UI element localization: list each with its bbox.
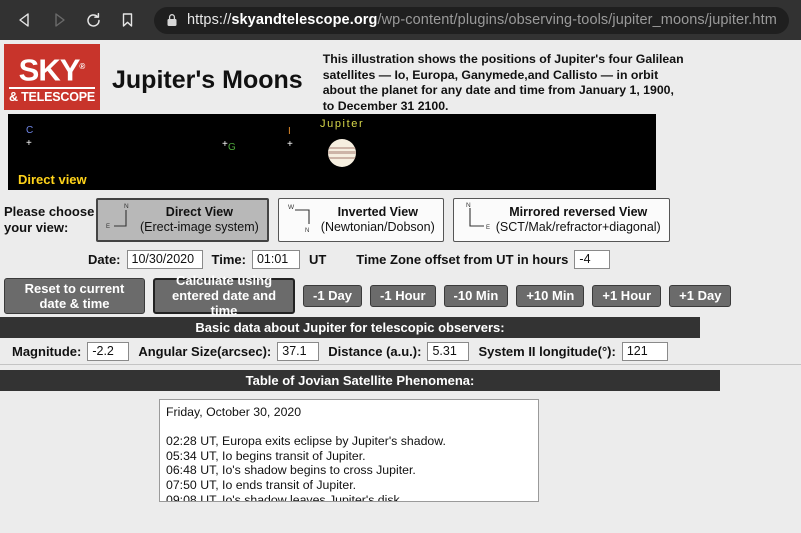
view-option-direct-view[interactable]: N E Direct View (Erect-image system) [96,198,269,242]
view-chooser-prompt: Please choose your view: [4,204,96,236]
logo-secondary-text: & TELESCOPE [9,86,95,105]
moon-label: C [26,125,34,136]
lock-icon [166,13,178,27]
view-option-title: Mirrored reversed View [509,205,648,219]
address-bar[interactable]: https://skyandtelescope.org/wp-content/p… [154,6,789,34]
view-option-labels: Inverted View (Newtonian/Dobson) [319,205,435,235]
view-buttons: N E Direct View (Erect-image system) W N Inver… [96,198,679,242]
phenomena-textarea[interactable]: Friday, October 30, 2020 02:28 UT, Europ… [159,399,539,502]
view-option-inverted-view[interactable]: W N Inverted View (Newtonian/Dobson) [277,198,444,242]
url-host: skyandtelescope.org [231,12,378,28]
reset-to-current-button[interactable]: Reset to current date & time [4,277,145,314]
time-step-button-1-day[interactable]: +1 Day [669,284,732,307]
page-content: SKY® & TELESCOPE Jupiter's Moons This il… [0,40,801,533]
reload-icon [85,12,102,29]
compass-rose-icon: WN [285,202,319,239]
jupiter-band [328,157,356,159]
calculate-button[interactable]: Calculate using entered date and time [153,273,295,318]
basic-data-label: Distance (a.u.): [328,343,422,359]
date-time-row: Date: Time: UT Time Zone offset from UT … [0,244,801,274]
basic-data-value[interactable] [277,341,320,361]
svg-text:N: N [305,228,309,234]
browser-toolbar: https://skyandtelescope.org/wp-content/p… [0,0,801,40]
view-option-subtitle: (Newtonian/Dobson) [320,220,435,234]
bookmark-button[interactable] [110,3,144,37]
registered-mark-icon: ® [79,62,86,72]
basic-data-section-title: Basic data about Jupiter for telescopic … [0,317,700,338]
svg-text:N: N [124,203,129,210]
view-option-labels: Direct View (Erect-image system) [138,205,259,235]
moon-position-cross: + [26,138,32,149]
basic-data-label: System II longitude(°): [478,343,616,359]
moon-label: I [288,126,291,137]
bookmark-icon [120,12,135,28]
basic-data-label: Angular Size(arcsec): [138,343,272,359]
svg-text:W: W [288,204,295,211]
moon-label: G [228,142,236,153]
view-prompt-line1: Please choose [4,204,95,219]
date-label: Date: [88,251,121,267]
compass-rose-icon: NE [460,202,494,239]
action-button-row: Reset to current date & time Calculate u… [0,273,801,318]
time-step-button-10-min[interactable]: -10 Min [443,284,509,307]
jupiter-moons-illustration[interactable]: Jupiter + C + G + I Direct view [8,114,656,190]
view-option-labels: Mirrored reversed View (SCT/Mak/refractor… [494,205,661,235]
phenomena-wrapper: Friday, October 30, 2020 02:28 UT, Europ… [0,391,801,502]
reload-button[interactable] [76,3,110,37]
moon-position-cross: + [287,139,293,150]
resize-handle-icon[interactable] [525,488,537,500]
svg-text:E: E [106,224,110,230]
site-header: SKY® & TELESCOPE Jupiter's Moons This il… [0,40,801,114]
time-step-button-1-day[interactable]: -1 Day [303,284,363,307]
basic-data-label: Magnitude: [12,343,82,359]
time-label: Time: [211,251,246,267]
time-step-buttons: -1 Day -1 Hour -10 Min +10 Min +1 Hour +1 Day [303,284,739,307]
forward-arrow-icon [51,12,67,28]
sky-and-telescope-logo[interactable]: SKY® & TELESCOPE [4,44,100,110]
jupiter-label: Jupiter [320,118,365,130]
view-option-subtitle: (SCT/Mak/refractor+diagonal) [495,220,661,234]
compass-rose-icon: NE [104,202,138,239]
view-option-title: Direct View [165,205,233,219]
time-step-button-1-hour[interactable]: +1 Hour [592,284,662,307]
svg-text:N: N [466,202,471,209]
jupiter-band [328,147,356,149]
url-scheme: https:// [187,12,232,28]
page-title: Jupiter's Moons [112,66,303,94]
basic-data-value[interactable] [621,341,668,361]
view-option-subtitle: (Erect-image system) [140,220,259,234]
moon-position-cross: + [222,139,228,150]
jupiter-disk [328,139,356,167]
forward-button[interactable] [42,3,76,37]
basic-data-value[interactable] [87,341,130,361]
address-bar-url: https://skyandtelescope.org/wp-content/p… [187,12,777,28]
view-prompt-line2: your view: [4,220,69,235]
back-button[interactable] [8,3,42,37]
logo-primary-text: SKY® [18,52,86,88]
phenomena-section-title: Table of Jovian Satellite Phenomena: [0,370,720,391]
back-arrow-icon [17,12,33,28]
date-input[interactable] [126,249,203,269]
jupiter-band [328,151,356,154]
svg-text:E: E [486,225,490,231]
intro-blurb: This illustration shows the positions of… [322,52,684,113]
view-mode-label: Direct view [18,172,87,187]
basic-data-value[interactable] [427,341,470,361]
view-option-title: Inverted View [337,205,418,219]
basic-data-row: Magnitude: Angular Size(arcsec): Distance … [0,338,801,365]
time-step-button-1-hour[interactable]: -1 Hour [370,284,436,307]
timezone-offset-input[interactable] [574,249,611,269]
ut-label: UT [308,251,327,267]
timezone-label: Time Zone offset from UT in hours [356,251,569,267]
url-path: /wp-content/plugins/observing-tools/jupi… [377,12,777,28]
view-chooser-row: Please choose your view: N E Direct View (E… [0,190,801,244]
view-option-mirrored-reversed-view[interactable]: N E Mirrored reversed View (SCT/Mak/refract… [452,198,670,242]
time-input[interactable] [251,249,300,269]
time-step-button-10-min[interactable]: +10 Min [516,284,585,307]
